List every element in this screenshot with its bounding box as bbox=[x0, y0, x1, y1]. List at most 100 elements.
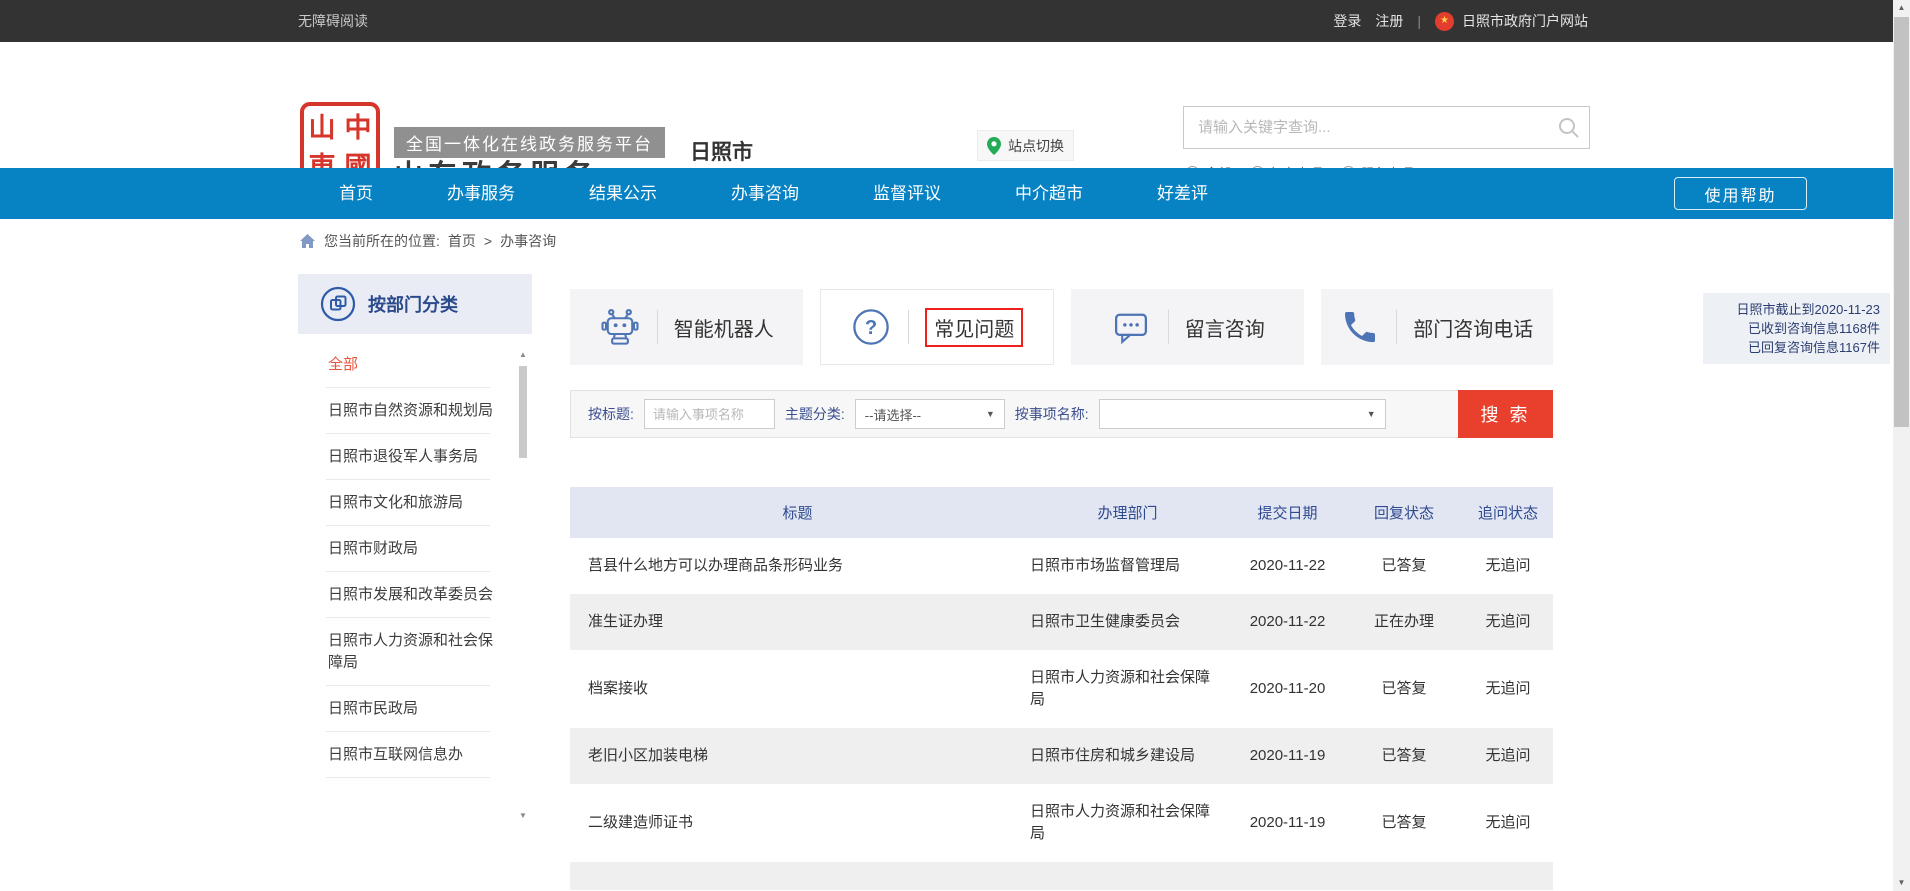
site-header: 山 中 東 國 全国一体化在线政务服务平台 山东政务服务 日照市 站点切换 全部… bbox=[0, 42, 1893, 168]
row-title[interactable]: 二级建造师证书 bbox=[570, 812, 1025, 834]
chevron-down-icon: ▼ bbox=[1367, 409, 1376, 419]
sidebar-item-label: 日照市财政局 bbox=[328, 540, 418, 557]
row-submit-date: 2020-11-20 bbox=[1230, 678, 1345, 700]
nav-item[interactable]: 首页 bbox=[302, 168, 410, 219]
sidebar-scroll-up-icon[interactable]: ▲ bbox=[516, 350, 530, 362]
breadcrumb-separator: > bbox=[484, 233, 492, 249]
help-button[interactable]: 使用帮助 bbox=[1674, 177, 1807, 210]
row-submit-date: 2020-11-19 bbox=[1230, 812, 1345, 834]
sidebar-item-label: 日照市退役军人事务局 bbox=[328, 448, 478, 465]
nav-item[interactable]: 结果公示 bbox=[552, 168, 694, 219]
sidebar-item[interactable]: 日照市民政局 bbox=[298, 686, 532, 732]
col-header-title: 标题 bbox=[570, 502, 1025, 523]
register-link[interactable]: 注册 bbox=[1375, 11, 1403, 31]
chevron-down-icon: ▼ bbox=[986, 409, 995, 419]
tab-label: 部门咨询电话 bbox=[1413, 313, 1533, 342]
stats-line: 已回复咨询信息1167件 bbox=[1713, 338, 1880, 357]
home-icon bbox=[299, 233, 316, 249]
item-name-select[interactable]: ▼ bbox=[1099, 399, 1386, 429]
consultation-table: 标题 办理部门 提交日期 回复状态 追问状态 莒县什么地方可以办理商品条形码业务… bbox=[570, 487, 1553, 890]
sidebar-item-label: 日照市发展和改革委员会 bbox=[328, 586, 493, 603]
col-header-date: 提交日期 bbox=[1230, 502, 1345, 523]
login-link[interactable]: 登录 bbox=[1333, 11, 1361, 31]
nav-item[interactable]: 好差评 bbox=[1120, 168, 1245, 219]
robot-icon bbox=[599, 306, 641, 348]
col-header-follow-status: 追问状态 bbox=[1463, 502, 1553, 523]
tab-phone-consult[interactable]: 部门咨询电话 bbox=[1321, 289, 1554, 365]
sidebar-item-label: 日照市自然资源和规划局 bbox=[328, 402, 493, 419]
top-utility-bar: 无障碍阅读 登录 注册 | ★ 日照市政府门户网站 bbox=[0, 0, 1893, 42]
breadcrumb-home[interactable]: 首页 bbox=[448, 231, 476, 251]
scrollbar-down-icon[interactable]: ▼ bbox=[1893, 875, 1910, 891]
keyword-search-box bbox=[1183, 106, 1590, 149]
seal-char: 中 bbox=[345, 106, 372, 145]
city-name: 日照市 bbox=[690, 136, 753, 166]
nav-item[interactable]: 办事咨询 bbox=[694, 168, 836, 219]
tab-smart-robot[interactable]: 智能机器人 bbox=[570, 289, 803, 365]
sidebar-item[interactable]: 日照市财政局 bbox=[298, 526, 532, 572]
sidebar-item[interactable]: 日照市退役军人事务局 bbox=[298, 434, 532, 480]
national-emblem-icon: ★ bbox=[1435, 12, 1454, 31]
row-title[interactable]: 准生证办理 bbox=[570, 611, 1025, 633]
table-row[interactable]: 莒县什么地方可以办理商品条形码业务 日照市市场监督管理局 2020-11-22 … bbox=[570, 538, 1553, 594]
sidebar-item[interactable]: 日照市互联网信息办 bbox=[298, 732, 532, 778]
question-icon: ? bbox=[850, 306, 892, 348]
svg-text:?: ? bbox=[865, 317, 877, 339]
row-department: 日照市人力资源和社会保障局 bbox=[1025, 667, 1230, 711]
tab-divider bbox=[908, 310, 909, 344]
tab-faq[interactable]: ? 常见问题 bbox=[820, 289, 1055, 365]
page-scrollbar-thumb[interactable] bbox=[1894, 17, 1909, 427]
row-reply-status: 已答复 bbox=[1345, 812, 1463, 834]
search-button[interactable]: 搜 索 bbox=[1458, 390, 1553, 438]
phone-icon bbox=[1340, 307, 1380, 347]
sidebar-scroll-down-icon[interactable]: ▼ bbox=[516, 811, 530, 823]
table-row[interactable]: 二级建造师证书 日照市人力资源和社会保障局 2020-11-19 已答复 无追问 bbox=[570, 784, 1553, 862]
keyword-search-input[interactable] bbox=[1184, 107, 1589, 148]
site-switch-button[interactable]: 站点切换 bbox=[977, 130, 1074, 161]
row-department: 日照市卫生健康委员会 bbox=[1025, 611, 1230, 633]
accessibility-link[interactable]: 无障碍阅读 bbox=[298, 0, 368, 42]
topbar-divider: | bbox=[1417, 13, 1421, 29]
message-icon bbox=[1110, 306, 1152, 348]
table-row[interactable]: 准生证办理 日照市卫生健康委员会 2020-11-22 正在办理 无追问 bbox=[570, 594, 1553, 650]
nav-item[interactable]: 办事服务 bbox=[410, 168, 552, 219]
nav-item[interactable]: 中介超市 bbox=[978, 168, 1120, 219]
table-body: 莒县什么地方可以办理商品条形码业务 日照市市场监督管理局 2020-11-22 … bbox=[570, 538, 1553, 862]
sidebar-item[interactable]: 全部 bbox=[298, 342, 532, 388]
table-header-row: 标题 办理部门 提交日期 回复状态 追问状态 bbox=[570, 487, 1553, 538]
row-reply-status: 已答复 bbox=[1345, 555, 1463, 577]
tab-message-consult[interactable]: 留言咨询 bbox=[1071, 289, 1304, 365]
location-pin-icon bbox=[987, 137, 1001, 155]
sidebar-item[interactable]: 日照市人力资源和社会保障局 bbox=[298, 618, 532, 686]
row-title[interactable]: 档案接收 bbox=[570, 678, 1025, 700]
department-sidebar: 按部门分类 全部 日照市自然资源和规划局 日照市退役军人事务局 日照市文化和旅游… bbox=[298, 274, 532, 891]
department-category-icon bbox=[320, 286, 356, 322]
sidebar-item-label: 全部 bbox=[328, 356, 358, 373]
sidebar-item-label: 日照市民政局 bbox=[328, 700, 418, 717]
table-row[interactable]: 档案接收 日照市人力资源和社会保障局 2020-11-20 已答复 无追问 bbox=[570, 650, 1553, 728]
row-title[interactable]: 莒县什么地方可以办理商品条形码业务 bbox=[570, 555, 1025, 577]
row-title[interactable]: 老旧小区加装电梯 bbox=[570, 745, 1025, 767]
sidebar-item[interactable]: 日照市文化和旅游局 bbox=[298, 480, 532, 526]
nav-item[interactable]: 监督评议 bbox=[836, 168, 978, 219]
sidebar-scrollbar-thumb[interactable] bbox=[519, 366, 527, 458]
sidebar-item[interactable]: 日照市发展和改革委员会 bbox=[298, 572, 532, 618]
title-filter-input[interactable] bbox=[644, 399, 775, 429]
row-reply-status: 正在办理 bbox=[1345, 611, 1463, 633]
table-row[interactable]: 老旧小区加装电梯 日照市住房和城乡建设局 2020-11-19 已答复 无追问 bbox=[570, 728, 1553, 784]
row-department: 日照市人力资源和社会保障局 bbox=[1025, 801, 1230, 845]
sidebar-item-label: 日照市文化和旅游局 bbox=[328, 494, 463, 511]
city-portal-link[interactable]: ★ 日照市政府门户网站 bbox=[1435, 11, 1588, 31]
sidebar-item[interactable]: 日照市自然资源和规划局 bbox=[298, 388, 532, 434]
sidebar-scrollbar: ▲ ▼ bbox=[516, 350, 530, 883]
breadcrumb-current: 办事咨询 bbox=[500, 231, 556, 251]
col-header-reply-status: 回复状态 bbox=[1345, 502, 1463, 523]
sidebar-item-label: 日照市人力资源和社会保障局 bbox=[328, 632, 493, 671]
row-follow-status: 无追问 bbox=[1463, 812, 1553, 834]
scrollbar-up-icon[interactable]: ▲ bbox=[1893, 0, 1910, 16]
col-header-department: 办理部门 bbox=[1025, 502, 1230, 523]
title-filter-label: 按标题: bbox=[588, 404, 634, 424]
consult-stats-box: 日照市截止到2020-11-23 已收到咨询信息1168件 已回复咨询信息116… bbox=[1703, 293, 1890, 364]
category-select[interactable]: --请选择-- ▼ bbox=[855, 399, 1005, 429]
search-icon[interactable] bbox=[1557, 116, 1581, 140]
